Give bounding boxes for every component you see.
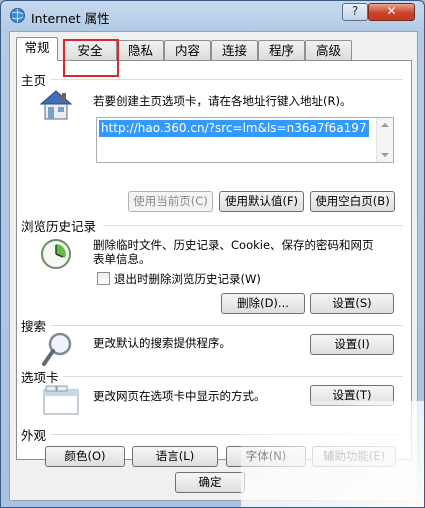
use-blank-button[interactable]: 使用空白页(B): [310, 191, 395, 212]
tab-general[interactable]: 常规: [16, 37, 58, 61]
dialog-body: 常规 安全 隐私 内容 连接 程序 高级 主页 若要创建主页选项卡，请在各地址行…: [9, 31, 418, 501]
tabs-section-title: 选项卡: [21, 370, 59, 385]
languages-button[interactable]: 语言(L): [132, 446, 218, 467]
title-bar[interactable]: Internet 属性 ? ✕: [1, 1, 424, 29]
tabs-window-icon: [43, 385, 79, 415]
history-description-line2: 表单信息。: [93, 252, 151, 266]
help-button[interactable]: ?: [342, 3, 368, 21]
search-description: 更改默认的搜索提供程序。: [93, 336, 231, 350]
general-tab-panel: 主页 若要创建主页选项卡，请在各地址行键入地址(R)。 http://hao.3…: [16, 60, 412, 467]
search-settings-button[interactable]: 设置(I): [310, 334, 394, 355]
fonts-button[interactable]: 字体(N): [226, 446, 306, 467]
tab-content[interactable]: 内容: [164, 40, 211, 60]
ok-button[interactable]: 确定: [175, 472, 245, 493]
tabs-settings-button[interactable]: 设置(T): [310, 385, 394, 406]
tab-privacy[interactable]: 隐私: [117, 40, 164, 60]
appearance-title: 外观: [21, 428, 47, 443]
use-current-button[interactable]: 使用当前页(C): [128, 191, 213, 212]
tab-connections[interactable]: 连接: [211, 40, 258, 60]
search-separator: [51, 325, 403, 326]
browsing-history-title: 浏览历史记录: [21, 219, 97, 234]
home-page-description: 若要创建主页选项卡，请在各地址行键入地址(R)。: [93, 94, 352, 108]
history-separator: [103, 225, 403, 226]
security-tab-highlight: [63, 39, 119, 77]
home-page-url-value: http://hao.360.cn/?src=lm&ls=n36a7f6a197: [99, 120, 369, 137]
house-icon: [39, 90, 73, 120]
magnifier-icon: [42, 332, 72, 366]
tabs-separator: [63, 376, 403, 377]
use-default-button[interactable]: 使用默认值(F): [219, 191, 304, 212]
colors-button[interactable]: 颜色(O): [45, 446, 125, 467]
history-description-line1: 删除临时文件、历史记录、Cookie、保存的密码和网页: [93, 238, 374, 252]
dialog-button-bar: 确定: [10, 464, 417, 500]
tabs-description: 更改网页在选项卡中显示的方式。: [93, 389, 266, 403]
home-page-url-field[interactable]: http://hao.360.cn/?src=lm&ls=n36a7f6a197: [96, 117, 394, 163]
scroll-up-icon[interactable]: [381, 123, 389, 127]
history-settings-button[interactable]: 设置(S): [310, 293, 394, 314]
tab-advanced[interactable]: 高级: [305, 40, 352, 60]
window-title: Internet 属性: [31, 11, 110, 26]
accessibility-button[interactable]: 辅助功能(E): [312, 446, 396, 467]
appearance-separator: [51, 434, 403, 435]
internet-properties-window: Internet 属性 ? ✕ 常规 安全 隐私 内容 连接 程序 高级 主页 …: [0, 0, 425, 508]
delete-history-button[interactable]: 删除(D)...: [221, 293, 305, 314]
scroll-down-icon[interactable]: [381, 153, 389, 157]
history-clock-icon: [41, 239, 71, 269]
delete-on-exit-label[interactable]: 退出时删除浏览历史记录(W): [114, 271, 261, 287]
home-page-title: 主页: [21, 73, 47, 88]
tab-programs[interactable]: 程序: [258, 40, 305, 60]
url-scrollbar[interactable]: [376, 118, 393, 162]
internet-options-icon: [10, 8, 25, 23]
delete-on-exit-checkbox[interactable]: [97, 272, 110, 285]
close-button[interactable]: ✕: [368, 3, 415, 21]
home-page-separator: [51, 79, 403, 80]
